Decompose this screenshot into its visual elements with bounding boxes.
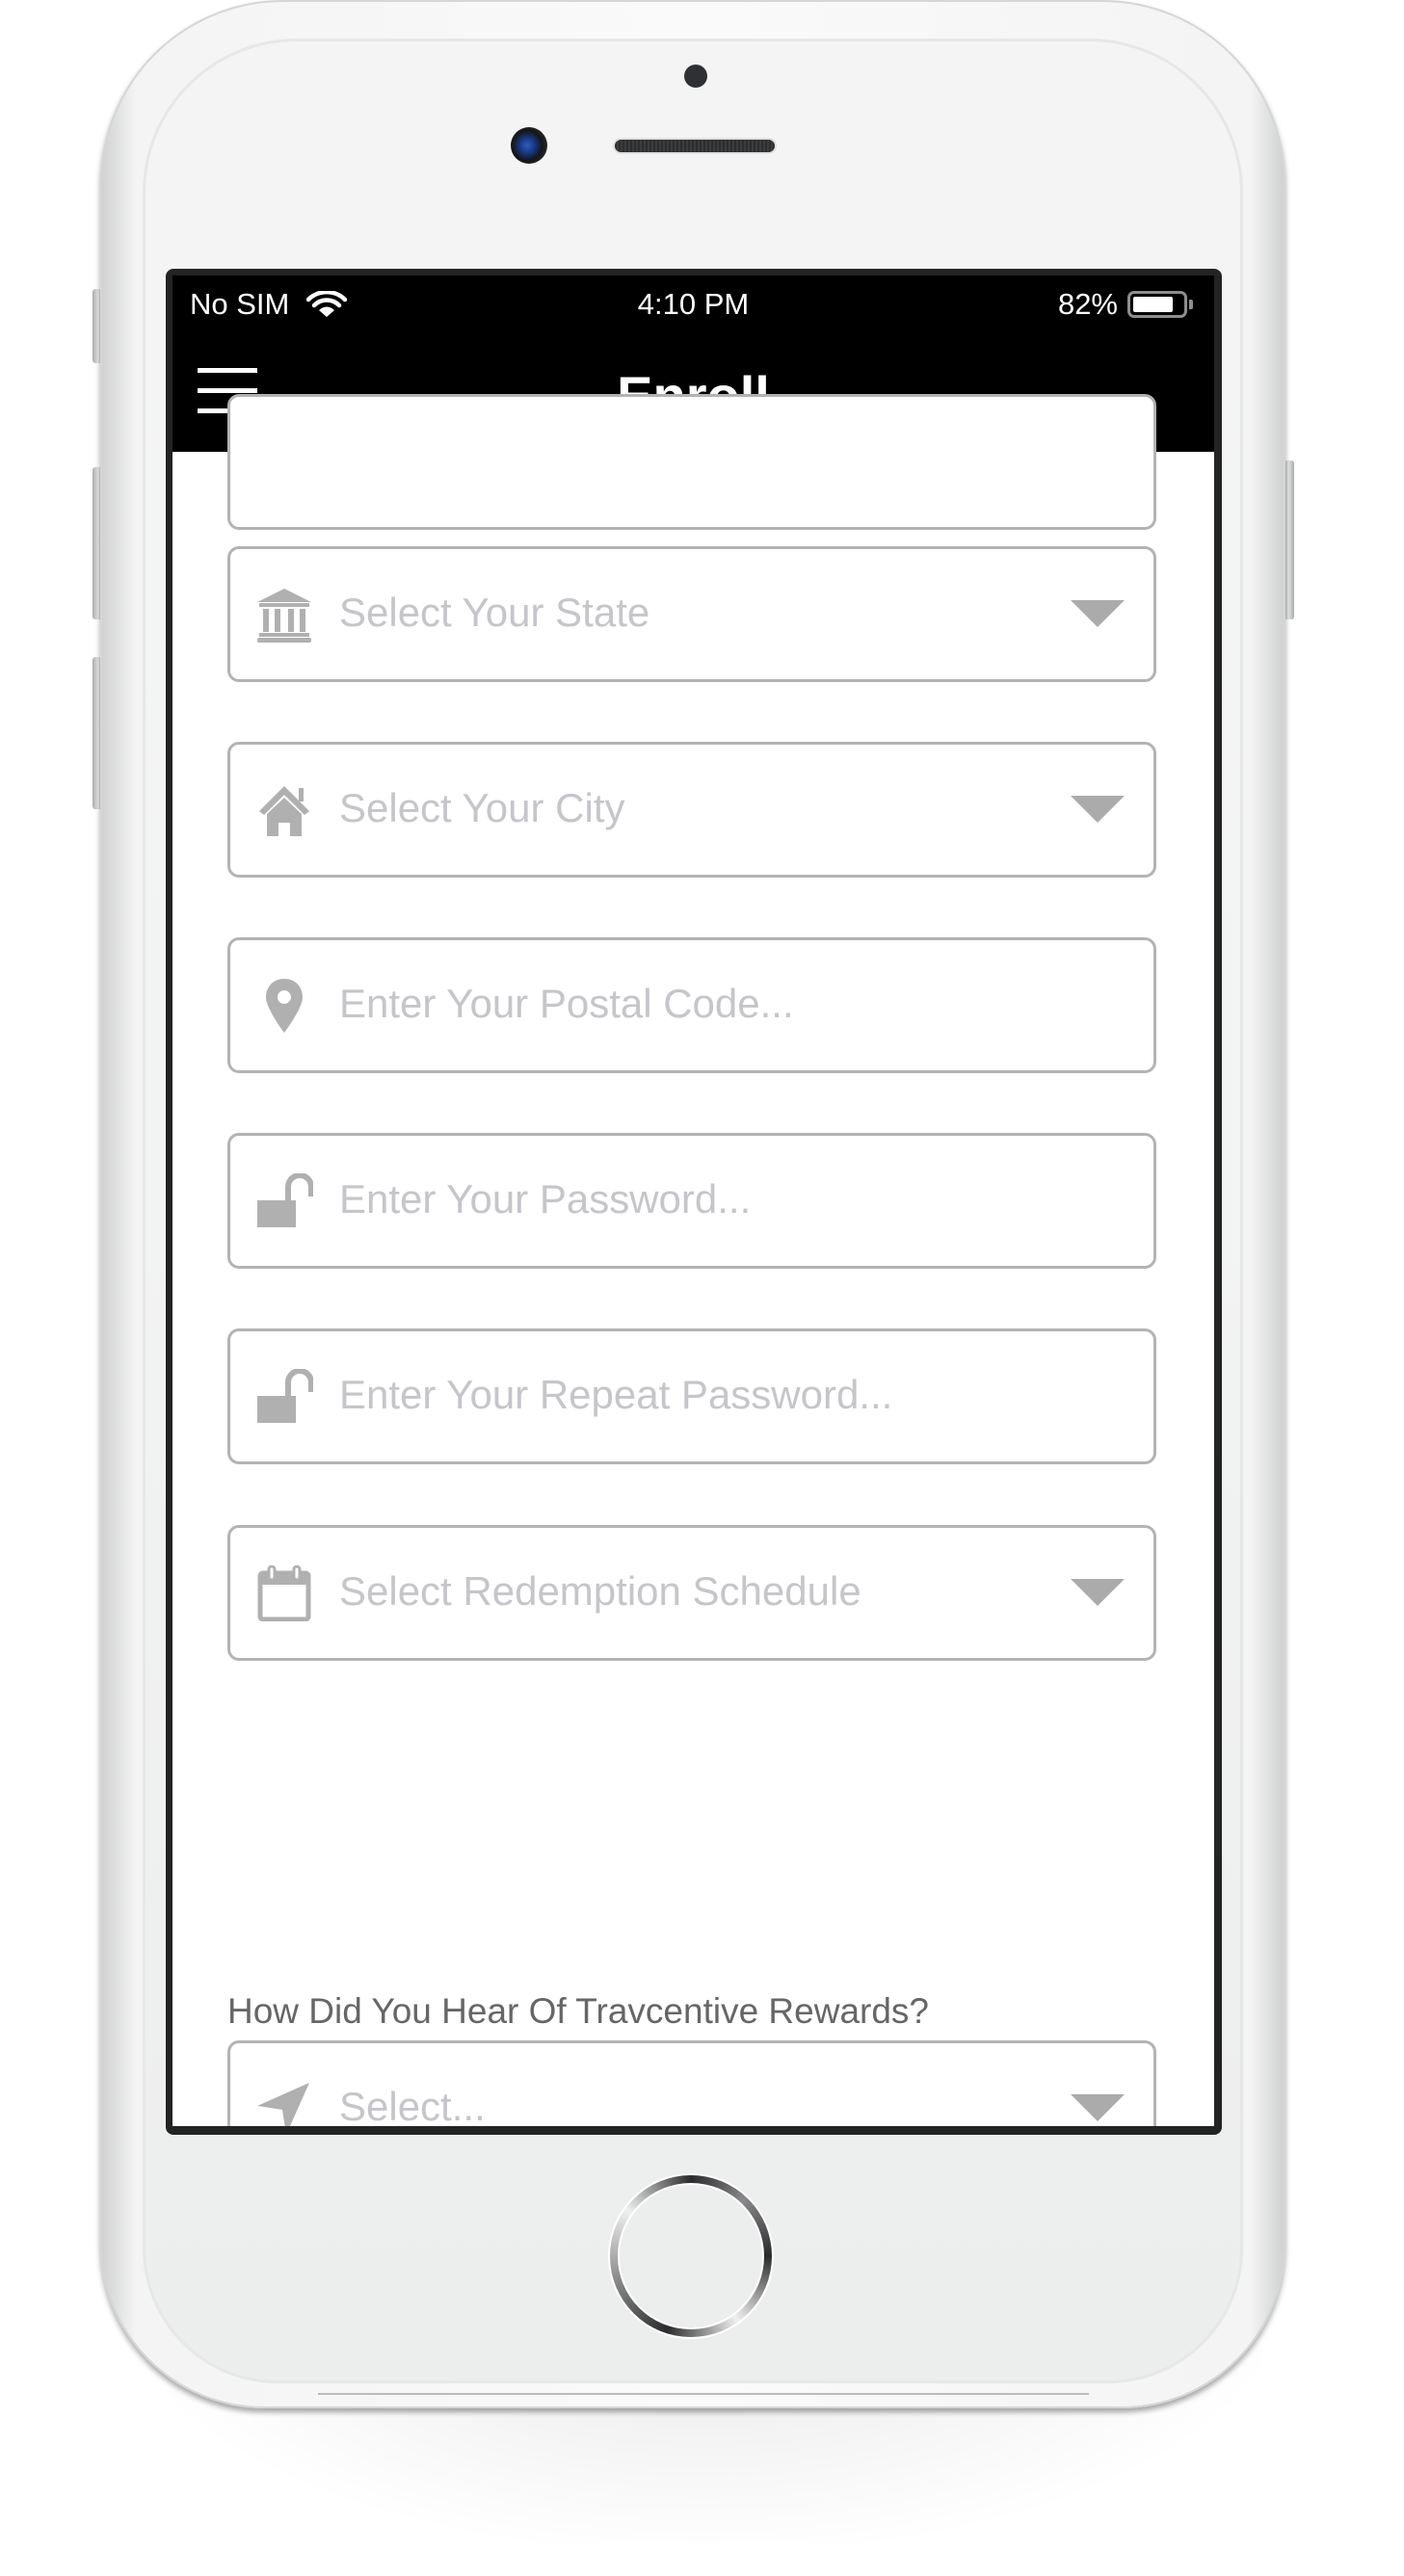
proximity-sensor (684, 65, 707, 88)
battery-icon (1127, 291, 1187, 318)
unlock-icon (257, 1369, 313, 1423)
previous-field-partial[interactable] (227, 394, 1156, 530)
repeat-password-input[interactable] (339, 1372, 1091, 1418)
unlock-icon (257, 1173, 313, 1227)
state-select[interactable]: Select Your State (227, 546, 1156, 682)
status-right: 82% (1058, 287, 1193, 322)
chevron-down-icon (1071, 796, 1125, 823)
postal-code-input[interactable] (339, 981, 1091, 1027)
hear-about-select[interactable]: Select... (227, 2040, 1156, 2126)
battery-level (1133, 297, 1173, 312)
map-pin-icon (266, 979, 303, 1033)
battery-percent: 82% (1057, 287, 1118, 321)
postal-code-field[interactable] (227, 937, 1156, 1073)
app-screen: No SIM 4:10 PM 82% Enroll (172, 276, 1214, 2126)
hear-about-placeholder: Select... (339, 2084, 486, 2126)
hear-about-label: How Did You Hear Of Travcentive Rewards? (227, 1991, 930, 2031)
home-icon (259, 786, 309, 836)
repeat-password-field[interactable] (227, 1328, 1156, 1464)
chevron-down-icon (1071, 1579, 1125, 1606)
chevron-down-icon (1071, 2094, 1125, 2121)
city-select[interactable]: Select Your City (227, 742, 1156, 878)
city-placeholder: Select Your City (339, 785, 625, 830)
lightning-port (318, 2393, 1089, 2408)
redemption-placeholder: Select Redemption Schedule (339, 1568, 861, 1614)
battery-tip (1189, 300, 1193, 309)
calendar-icon (257, 1565, 311, 1621)
chevron-down-icon (1071, 600, 1125, 627)
bank-icon (257, 589, 311, 643)
password-input[interactable] (339, 1176, 1091, 1222)
status-bar: No SIM 4:10 PM 82% (172, 276, 1214, 331)
redemption-schedule-select[interactable]: Select Redemption Schedule (227, 1525, 1156, 1661)
enroll-form: Select Your State Select Your City Enter… (172, 394, 1214, 2126)
power-button (1285, 460, 1294, 619)
earpiece-speaker (615, 140, 775, 152)
home-button-face (620, 2185, 762, 2327)
front-camera (511, 127, 547, 164)
location-arrow-icon (257, 2083, 309, 2126)
home-button[interactable] (610, 2175, 772, 2337)
password-field[interactable] (227, 1133, 1156, 1269)
state-placeholder: Select Your State (339, 590, 650, 635)
